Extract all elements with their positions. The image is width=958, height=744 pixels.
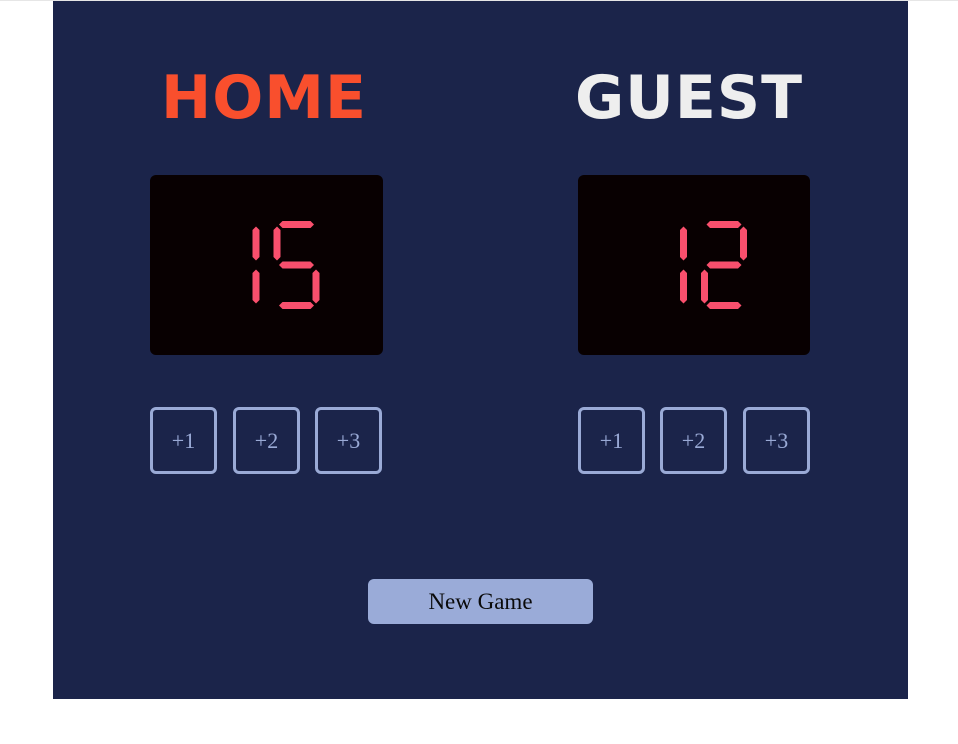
digit-segment xyxy=(252,269,260,304)
digit-segment xyxy=(740,226,747,261)
digit-segment xyxy=(701,269,708,304)
digit-segment xyxy=(279,302,314,309)
score-digit-1 xyxy=(701,221,747,309)
score-digit-1 xyxy=(273,221,320,309)
home-title: HOME xyxy=(161,63,367,133)
scoreboard: HOME GUEST +1 +2 +3 +1 +2 +3 New Game xyxy=(53,1,908,699)
home-score-digits xyxy=(252,221,320,309)
digit-segment xyxy=(680,269,687,304)
new-game-button[interactable]: New Game xyxy=(368,579,593,624)
guest-add-1-button[interactable]: +1 xyxy=(578,407,645,474)
digit-segment xyxy=(279,261,314,269)
score-digit-0 xyxy=(680,226,687,304)
digit-segment xyxy=(312,269,320,304)
digit-segment xyxy=(706,261,742,269)
guest-add-2-button[interactable]: +2 xyxy=(660,407,727,474)
home-add-2-button[interactable]: +2 xyxy=(233,407,300,474)
home-score-display xyxy=(150,175,383,355)
digit-segment xyxy=(273,226,281,261)
digit-segment xyxy=(706,302,742,309)
guest-title: GUEST xyxy=(574,63,804,133)
guest-score-display xyxy=(578,175,810,355)
home-add-3-button[interactable]: +3 xyxy=(315,407,382,474)
digit-segment xyxy=(279,221,314,228)
digit-segment xyxy=(680,226,687,261)
guest-add-3-button[interactable]: +3 xyxy=(743,407,810,474)
score-digit-0 xyxy=(252,226,260,304)
digit-segment xyxy=(706,221,742,228)
digit-segment xyxy=(252,226,260,261)
home-add-1-button[interactable]: +1 xyxy=(150,407,217,474)
guest-score-digits xyxy=(680,221,747,309)
